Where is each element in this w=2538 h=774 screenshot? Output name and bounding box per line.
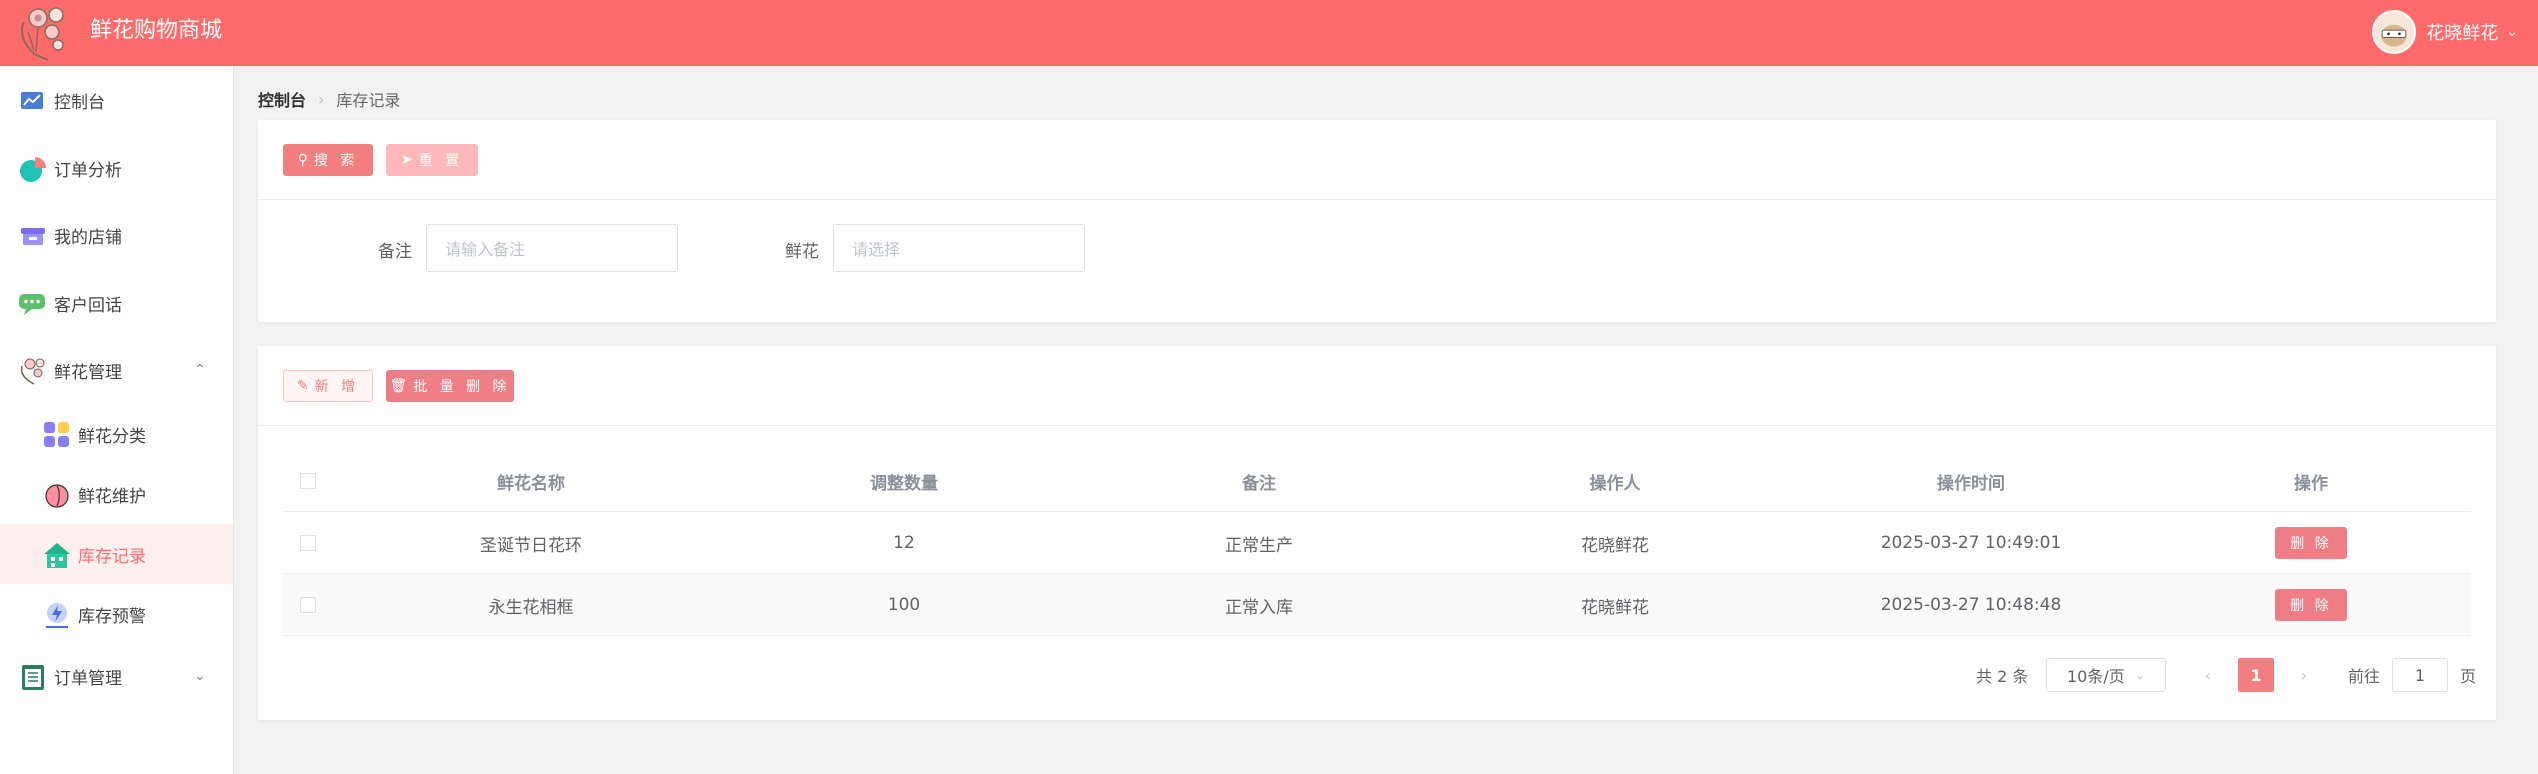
sidebar-item-order-analysis[interactable]: 订单分析: [0, 138, 233, 198]
peach-icon: [45, 484, 69, 508]
top-header: 鲜花购物商城 花晓鲜花 ⌄: [0, 0, 2538, 66]
sidebar-item-flower-category[interactable]: 鲜花分类: [0, 404, 233, 464]
next-page-button[interactable]: ›: [2286, 658, 2322, 692]
category-icon: [44, 422, 69, 447]
user-menu[interactable]: 花晓鲜花 ⌄: [2372, 8, 2518, 56]
search-icon: ⚲: [297, 152, 308, 168]
avatar: [2372, 10, 2417, 54]
sidebar: 控制台 订单分析 我的店铺 客户回话 鲜花管理 ⌃ 鲜花分类 鲜花维护 库存记录…: [0, 66, 234, 774]
breadcrumb: 控制台 › 库存记录: [258, 86, 400, 112]
search-button[interactable]: ⚲ 搜 索: [283, 144, 373, 176]
divider: [258, 199, 2496, 200]
flower-icon: [20, 358, 45, 385]
sidebar-item-order-management[interactable]: 订单管理 ⌄: [0, 646, 233, 706]
row-checkbox[interactable]: [300, 535, 316, 551]
edit-icon: ✎: [296, 378, 309, 394]
breadcrumb-home[interactable]: 控制台: [258, 87, 306, 111]
flower-label: 鲜花: [785, 242, 819, 262]
pagination: 共 2 条 10条/页 ⌄ ‹ 1 › 前往 1 页: [1976, 658, 2496, 692]
column-header: 操作时间: [1937, 473, 2005, 494]
search-card: ⚲ 搜 索 ➤ 重 置 备注 请输入备注 鲜花 请选择: [258, 120, 2496, 322]
cell-time: 2025-03-27 10:49:01: [1880, 533, 2062, 553]
house-icon: [44, 543, 70, 568]
batch-delete-button[interactable]: 🗑 批 量 删 除: [386, 370, 514, 402]
sidebar-item-inventory-record[interactable]: 库存记录: [0, 524, 233, 584]
column-header: 备注: [1242, 473, 1276, 494]
inventory-table: 鲜花名称 调整数量 备注 操作人 操作时间 操作 圣诞节日花环 12 正常生产 …: [283, 450, 2471, 636]
table-card: ✎ 新 增 🗑 批 量 删 除 鲜花名称 调整数量 备注 操作人 操作时间 操作…: [258, 346, 2496, 720]
sidebar-item-flower-maintenance[interactable]: 鲜花维护: [0, 464, 233, 524]
page-number-button[interactable]: 1: [2238, 658, 2274, 692]
cell-flower-name: 永生花相框: [488, 597, 574, 618]
select-all-checkbox[interactable]: [300, 473, 316, 489]
chat-icon: [19, 294, 45, 315]
chevron-left-icon: ‹: [2204, 665, 2212, 685]
chevron-right-icon: ›: [2300, 665, 2308, 685]
chevron-up-icon: ⌃: [194, 362, 206, 378]
user-name: 花晓鲜花: [2426, 23, 2499, 44]
app-title: 鲜花购物商城: [90, 18, 223, 43]
sidebar-item-dashboard[interactable]: 控制台: [0, 70, 233, 130]
alert-icon: [46, 603, 68, 628]
sidebar-item-my-store[interactable]: 我的店铺: [0, 205, 233, 265]
note-label: 备注: [378, 242, 412, 262]
chevron-down-icon: ⌄: [2134, 668, 2145, 682]
sidebar-item-flower-management[interactable]: 鲜花管理 ⌃: [0, 340, 233, 400]
column-header: 鲜花名称: [497, 473, 565, 494]
clipboard-icon: [22, 665, 44, 690]
cell-note: 正常入库: [1225, 597, 1293, 618]
cell-quantity: 100: [887, 595, 921, 615]
flower-logo-icon: [20, 7, 64, 61]
delete-button[interactable]: 删 除: [2275, 589, 2347, 621]
table-header: 鲜花名称 调整数量 备注 操作人 操作时间 操作: [283, 450, 2471, 512]
column-header: 调整数量: [870, 473, 938, 494]
cell-quantity: 12: [893, 533, 915, 553]
prev-page-button[interactable]: ‹: [2190, 658, 2226, 692]
table-row: 永生花相框 100 正常入库 花晓鲜花 2025-03-27 10:48:48 …: [283, 574, 2471, 636]
goto-page-input[interactable]: 1: [2392, 658, 2448, 692]
divider: [258, 425, 2496, 426]
note-input[interactable]: 请输入备注: [426, 224, 678, 272]
breadcrumb-separator-icon: ›: [318, 89, 325, 109]
chevron-down-icon: ⌄: [194, 668, 206, 684]
sidebar-item-customer-chat[interactable]: 客户回话: [0, 273, 233, 333]
goto-suffix: 页: [2460, 667, 2477, 686]
cell-operator: 花晓鲜花: [1581, 535, 1649, 556]
pagination-total: 共 2 条: [1976, 667, 2029, 686]
goto-prefix: 前往: [2348, 667, 2381, 686]
pie-icon: [20, 157, 46, 182]
row-checkbox[interactable]: [300, 597, 316, 613]
column-header: 操作人: [1589, 473, 1641, 494]
cell-flower-name: 圣诞节日花环: [480, 535, 582, 556]
trash-icon: 🗑: [389, 378, 408, 394]
send-icon: ➤: [400, 152, 413, 168]
breadcrumb-current: 库存记录: [336, 91, 401, 110]
table-row: 圣诞节日花环 12 正常生产 花晓鲜花 2025-03-27 10:49:01 …: [283, 512, 2471, 574]
cell-operator: 花晓鲜花: [1581, 597, 1649, 618]
add-button[interactable]: ✎ 新 增: [283, 370, 373, 402]
reset-button[interactable]: ➤ 重 置: [386, 144, 478, 176]
page-size-select[interactable]: 10条/页 ⌄: [2046, 658, 2166, 692]
cell-time: 2025-03-27 10:48:48: [1880, 595, 2062, 615]
chart-icon: [21, 92, 43, 109]
chevron-down-icon: ⌄: [2506, 24, 2518, 40]
flower-select[interactable]: 请选择: [833, 224, 1085, 272]
sidebar-item-inventory-alert[interactable]: 库存预警: [0, 584, 233, 644]
store-icon: [21, 228, 45, 245]
column-header: 操作: [2294, 473, 2328, 494]
cell-note: 正常生产: [1225, 535, 1293, 556]
delete-button[interactable]: 删 除: [2275, 527, 2347, 559]
